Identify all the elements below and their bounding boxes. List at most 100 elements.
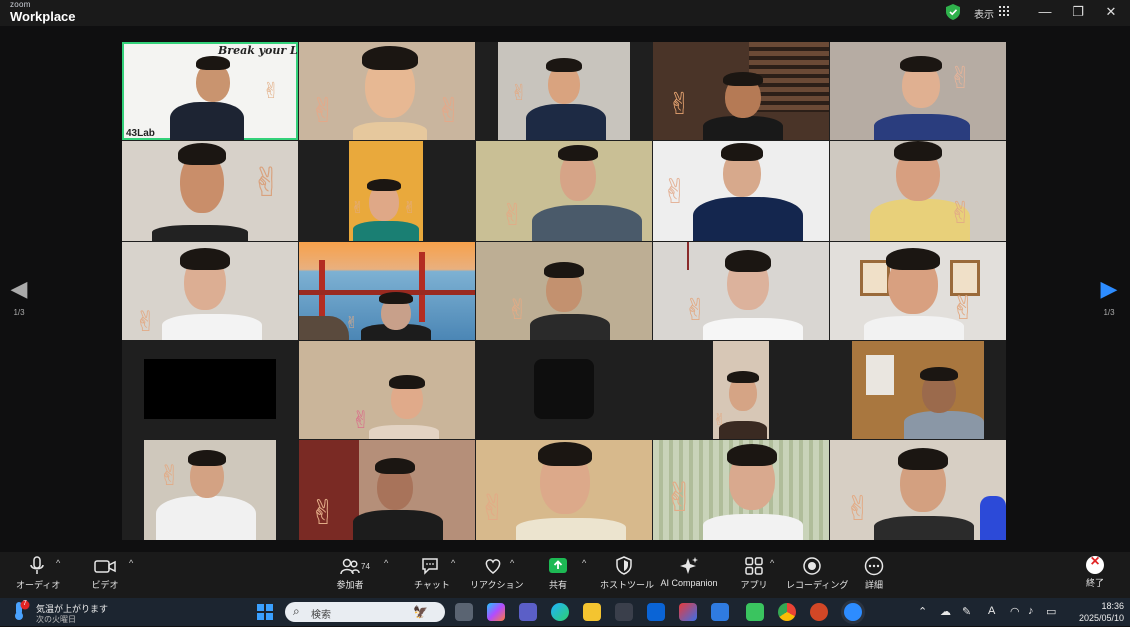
thermometer-icon xyxy=(15,600,30,620)
copilot-icon[interactable] xyxy=(487,603,505,621)
recording-button[interactable]: レコーディング xyxy=(786,556,849,594)
chat-label: チャット xyxy=(414,580,450,590)
share-options-caret[interactable]: ^ xyxy=(582,558,586,568)
video-tile[interactable]: ✌ xyxy=(653,141,829,241)
apps-button[interactable]: アプリ xyxy=(740,556,768,594)
file-explorer-icon[interactable] xyxy=(583,603,601,621)
end-meeting-icon xyxy=(1086,553,1104,574)
host-tools-button[interactable]: ホストツール xyxy=(600,556,654,594)
chat-options-caret[interactable]: ^ xyxy=(451,558,455,568)
mail-icon[interactable] xyxy=(647,603,665,621)
video-tile[interactable]: ✌ xyxy=(830,42,1006,140)
video-tile[interactable]: ✌ xyxy=(476,141,652,241)
peace-sign-icon: ✌ xyxy=(948,197,974,230)
video-camera-icon xyxy=(94,560,116,573)
minimize-button[interactable]: — xyxy=(1036,4,1054,20)
video-tile[interactable] xyxy=(830,341,1006,439)
next-page-button[interactable]: ▶ 1/3 xyxy=(1090,276,1128,336)
video-tile[interactable]: ✌ xyxy=(122,242,298,340)
page-indicator-right: 1/3 xyxy=(1103,308,1115,317)
edge-browser-icon[interactable] xyxy=(551,603,569,621)
line-app-icon[interactable] xyxy=(746,603,764,621)
video-tile[interactable]: ✌ ✌ xyxy=(299,141,475,241)
peace-sign-icon: ✌ xyxy=(435,92,464,130)
teams-icon[interactable] xyxy=(519,603,537,621)
chat-button[interactable]: チャット xyxy=(414,556,450,594)
ime-indicator[interactable]: A xyxy=(988,605,995,617)
recording-label: レコーディング xyxy=(786,580,849,590)
weather-badge: 7 xyxy=(23,600,27,607)
peace-sign-icon: ✌ xyxy=(713,412,727,429)
video-tile[interactable]: ✌ xyxy=(299,341,475,439)
onedrive-cloud-icon[interactable]: ☁ xyxy=(940,605,951,618)
zoom-app-icon[interactable] xyxy=(844,603,862,621)
peace-sign-icon: ✌ xyxy=(345,315,359,332)
video-tile-host[interactable]: Break your Limit 43Lab ✌ xyxy=(122,42,298,140)
sparkle-icon xyxy=(680,557,698,574)
chrome-browser-icon[interactable] xyxy=(778,603,796,621)
encryption-shield-icon[interactable] xyxy=(946,4,960,20)
peace-sign-icon: ✌ xyxy=(506,294,530,325)
ai-companion-button[interactable]: AI Companion xyxy=(658,556,720,594)
video-tile[interactable]: ✌ xyxy=(122,141,298,241)
clock-date: 2025/05/10 xyxy=(1078,613,1124,623)
video-tile[interactable]: ✌ xyxy=(653,440,829,540)
battery-icon[interactable]: ▭ xyxy=(1046,605,1056,618)
video-tile[interactable]: ✌ xyxy=(122,440,298,540)
task-view-icon[interactable] xyxy=(455,603,473,621)
video-tile[interactable]: ✌ xyxy=(653,242,829,340)
chevron-left-icon: ◀ xyxy=(10,276,28,301)
taskbar-search-box[interactable]: ⌕ 検索 🦅 xyxy=(285,602,445,622)
meeting-controls: オーディオ ^ ビデオ ^ 参加者 74 ^ チャット ^ リアクション ^ 共… xyxy=(0,552,1130,598)
show-hidden-icons-chevron-icon[interactable]: ⌃ xyxy=(918,605,927,618)
share-button[interactable]: 共有 xyxy=(542,556,574,594)
video-tile[interactable]: ✌ xyxy=(476,242,652,340)
weather-subline: 次の火曜日 xyxy=(36,615,76,624)
video-gallery: Break your Limit 43Lab ✌ ✌ ✌ ✌ ✌ xyxy=(122,42,1006,540)
gallery-view-icon[interactable] xyxy=(999,6,1009,16)
video-tile[interactable]: ✌ xyxy=(476,42,652,140)
pinned-app-icon[interactable] xyxy=(711,603,729,621)
video-tile[interactable]: ✌ xyxy=(653,341,829,439)
peace-sign-icon: ✌ xyxy=(309,494,338,532)
snipping-tool-icon[interactable] xyxy=(679,603,697,621)
audio-options-caret[interactable]: ^ xyxy=(56,558,60,568)
ai-companion-label: AI Companion xyxy=(660,578,718,588)
maximize-button[interactable]: ❐ xyxy=(1069,4,1087,20)
video-tile[interactable]: ✌ ✌ xyxy=(299,42,475,140)
weather-widget[interactable]: 7 気温が上がります 次の火曜日 xyxy=(10,600,108,627)
peace-sign-icon: ✌ xyxy=(250,161,284,205)
share-screen-icon xyxy=(549,558,567,573)
participants-label: 参加者 xyxy=(336,580,364,590)
video-tile-virtual-background[interactable]: ✌ xyxy=(299,242,475,340)
windows-start-icon[interactable] xyxy=(257,604,273,620)
system-clock[interactable]: 18:36 2025/05/10 xyxy=(1072,601,1124,623)
video-tile[interactable]: ✌ xyxy=(299,440,475,540)
microsoft-store-icon[interactable] xyxy=(615,603,633,621)
end-meeting-button[interactable]: 終了 xyxy=(1080,553,1110,594)
volume-icon[interactable]: ♪ xyxy=(1028,605,1034,617)
audio-button[interactable]: オーディオ xyxy=(16,556,60,594)
video-button[interactable]: ビデオ xyxy=(86,556,124,594)
video-tile-camera-off[interactable] xyxy=(122,341,298,439)
apps-options-caret[interactable]: ^ xyxy=(770,558,774,568)
powerpoint-icon[interactable] xyxy=(810,603,828,621)
video-tile[interactable]: ✌ xyxy=(830,141,1006,241)
video-tile[interactable]: ✌ xyxy=(830,440,1006,540)
share-label: 共有 xyxy=(548,580,567,590)
previous-page-button[interactable]: ◀ 1/3 xyxy=(0,276,38,336)
video-options-caret[interactable]: ^ xyxy=(129,558,133,568)
video-tile[interactable]: ✌ xyxy=(476,440,652,540)
wifi-icon[interactable]: ◠ xyxy=(1010,605,1020,618)
video-tile-camera-off[interactable] xyxy=(476,341,652,439)
participants-options-caret[interactable]: ^ xyxy=(384,558,388,568)
video-tile[interactable]: ✌ xyxy=(653,42,829,140)
pen-menu-icon[interactable]: ✎ xyxy=(962,605,971,618)
view-menu-label[interactable]: 表示 xyxy=(974,6,994,21)
video-tile[interactable]: ✌ xyxy=(830,242,1006,340)
participants-count: 74 xyxy=(361,562,370,571)
reactions-options-caret[interactable]: ^ xyxy=(510,558,514,568)
peace-sign-icon: ✌ xyxy=(667,88,693,121)
close-window-button[interactable]: ✕ xyxy=(1102,4,1120,20)
more-details-button[interactable]: 詳細 xyxy=(860,556,888,594)
